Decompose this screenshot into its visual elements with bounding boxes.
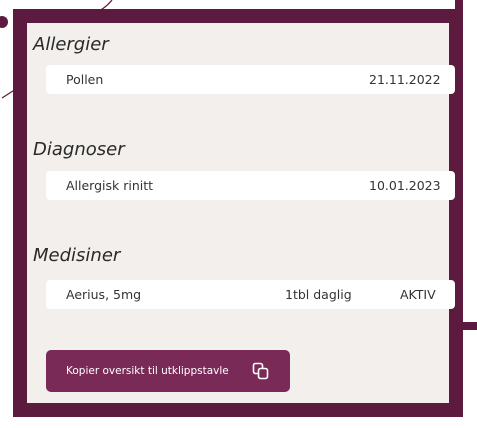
- allergy-row: Pollen 21.11.2022: [46, 65, 455, 94]
- allergy-date: 21.11.2022: [369, 72, 441, 87]
- medication-row: Aerius, 5mg 1tbl daglig AKTIV: [46, 280, 455, 309]
- medication-status: AKTIV: [400, 287, 436, 302]
- allergy-name: Pollen: [66, 72, 104, 87]
- copy-icon: [252, 362, 269, 380]
- allergies-heading: Allergier: [33, 34, 109, 55]
- medication-dosage: 1tbl daglig: [285, 287, 352, 302]
- copy-overview-button[interactable]: Kopier oversikt til utklippstavle: [46, 350, 290, 392]
- diagnosis-name: Allergisk rinitt: [66, 178, 154, 193]
- copy-overview-label: Kopier oversikt til utklippstavle: [66, 365, 229, 377]
- diagnosis-row: Allergisk rinitt 10.01.2023: [46, 171, 455, 200]
- medication-name: Aerius, 5mg: [66, 287, 142, 302]
- medications-heading: Medisiner: [33, 245, 121, 266]
- diagnoses-heading: Diagnoser: [33, 139, 125, 160]
- diagnosis-date: 10.01.2023: [369, 178, 441, 193]
